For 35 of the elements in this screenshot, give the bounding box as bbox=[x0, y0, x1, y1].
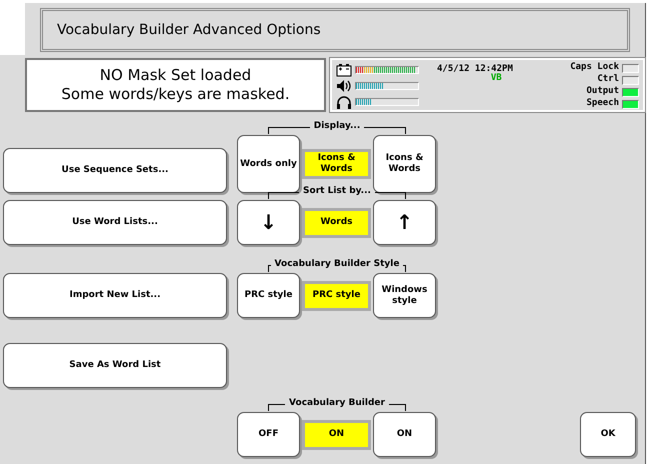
action-button[interactable]: Use Sequence Sets... bbox=[3, 148, 227, 193]
sort-descending-button[interactable]: ↓ bbox=[237, 200, 300, 245]
group-label: Vocabulary Builder bbox=[288, 397, 386, 410]
indicator-label: Caps Lock bbox=[570, 61, 619, 74]
action-button[interactable]: Import New List... bbox=[3, 273, 227, 318]
message-text: NO Mask Set loaded bbox=[100, 66, 252, 85]
indicator-label: Speech bbox=[586, 97, 619, 110]
level-meter bbox=[355, 66, 419, 74]
action-button[interactable]: Use Word Lists... bbox=[3, 200, 227, 245]
message-text: Some words/keys are masked. bbox=[61, 85, 290, 104]
option-button[interactable]: PRC style bbox=[237, 273, 300, 318]
group-label: Sort List by... bbox=[302, 185, 372, 198]
group-label: Display... bbox=[312, 120, 362, 134]
battery-icon bbox=[336, 63, 352, 77]
action-button[interactable]: Save As Word List bbox=[3, 343, 227, 388]
headphones-icon bbox=[336, 95, 352, 109]
option-button[interactable]: Icons & Words bbox=[373, 135, 436, 193]
window-title: Vocabulary Builder Advanced Options bbox=[40, 8, 630, 52]
option-button[interactable]: Windows style bbox=[373, 273, 436, 318]
sort-ascending-button[interactable]: ↑ bbox=[373, 200, 436, 245]
group-label: Vocabulary Builder Style bbox=[274, 258, 400, 272]
current-value: Words bbox=[302, 208, 371, 238]
option-button[interactable]: OFF bbox=[237, 412, 300, 457]
option-button[interactable]: ON bbox=[373, 412, 436, 457]
current-value: Icons & Words bbox=[302, 149, 371, 179]
ok-button[interactable]: OK bbox=[580, 412, 636, 457]
option-button[interactable]: Words only bbox=[237, 135, 300, 193]
indicator-label: Output bbox=[586, 85, 619, 98]
current-value: ON bbox=[302, 420, 371, 450]
speaker-icon bbox=[336, 79, 352, 93]
current-value: PRC style bbox=[302, 280, 371, 310]
level-meter bbox=[355, 98, 419, 106]
mode-label: VB bbox=[490, 72, 502, 85]
level-meter bbox=[355, 82, 419, 90]
indicator-label: Ctrl bbox=[597, 73, 619, 86]
